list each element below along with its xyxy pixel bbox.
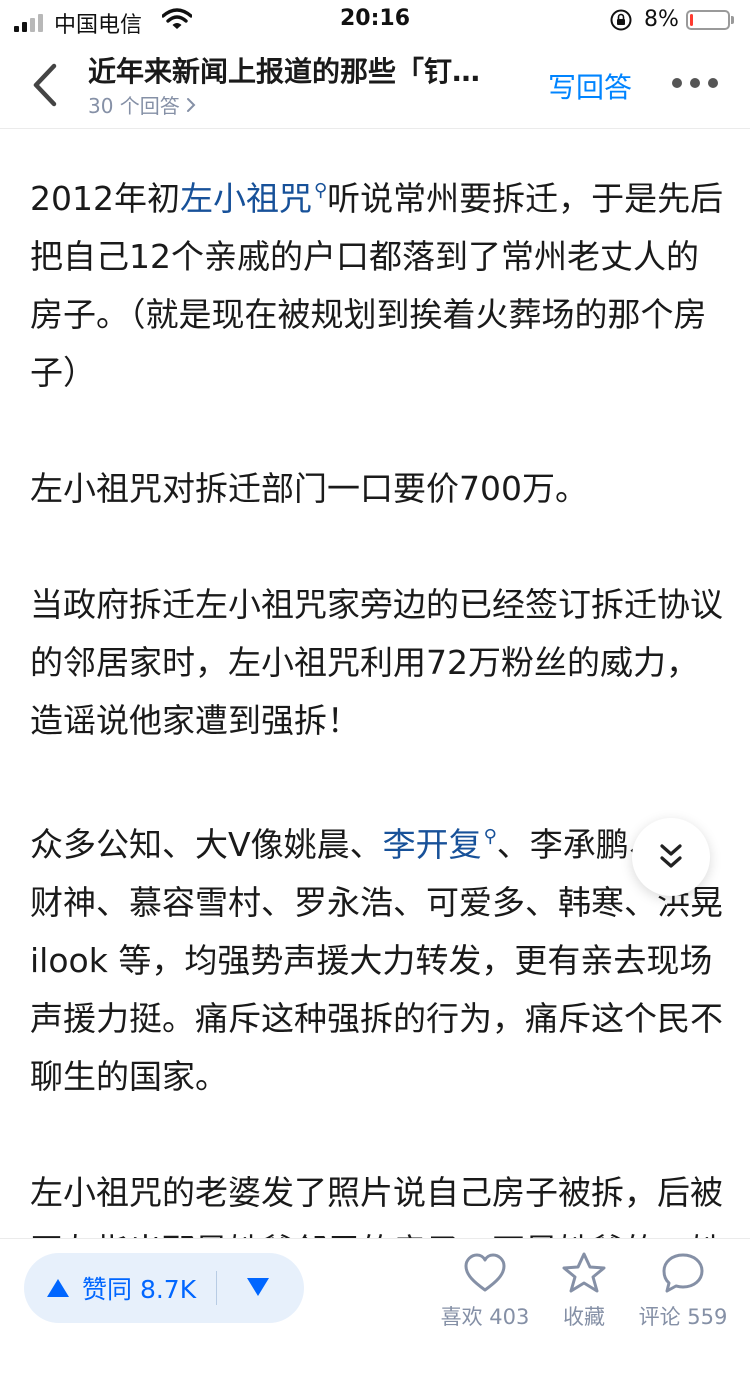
comment-button[interactable]: 评论 559 [628,1251,738,1331]
bottom-action-bar: 赞同 8.7K 喜欢 403 收藏 评论 559 [0,1238,750,1335]
star-icon [562,1252,606,1293]
question-title[interactable]: 近年来新闻上报道的那些「钉… [88,50,528,90]
favorite-label: 收藏 [563,1305,605,1329]
upvote-button[interactable]: 赞同 8.7K [46,1253,196,1323]
triangle-up-icon [47,1279,69,1297]
paragraph: 众多公知、大V像姚晨、李开复 ⚲、李承鹏、宁财神、慕容雪村、罗永浩、可爱多、韩寒、… [30,825,723,1096]
chevron-left-icon [33,63,57,107]
upvote-label: 赞同 8.7K [82,1275,197,1304]
status-bar: 中国电信 20:16 8% [0,0,750,40]
user-mention-link[interactable]: 李开复 ⚲ [383,825,497,864]
vote-divider [216,1271,217,1305]
paragraph: 当政府拆迁左小祖咒家旁边的已经签订拆迁协议的邻居家时，左小祖咒利用72万粉丝的威… [30,585,723,740]
user-mention-link[interactable]: 左小祖咒 ⚲ [180,179,327,218]
battery-icon [686,10,730,30]
like-button[interactable]: 喜欢 403 [430,1251,540,1331]
paragraph: 2012年初左小祖咒 ⚲听说常州要拆迁，于是先后把自己12个亲戚的户口都落到了常州… [30,179,724,392]
battery-cap [731,16,734,24]
double-chevron-down-icon [660,844,682,868]
answer-count-link[interactable]: 30 个回答 [88,90,196,119]
battery-percent: 8% [644,7,679,32]
clock: 20:16 [339,6,411,31]
orientation-lock-icon [608,8,634,36]
comment-label: 评论 559 [638,1305,728,1329]
more-dots-icon[interactable] [672,78,718,88]
answer-content: 2012年初左小祖咒 ⚲听说常州要拆迁，于是先后把自己12个亲戚的户口都落到了常州… [30,162,724,1396]
back-button[interactable] [26,60,66,110]
expand-button[interactable] [632,818,710,896]
answer-count: 30 个回答 [88,94,180,118]
paragraph: 左小祖咒对拆迁部门一口要价700万。 [30,469,588,508]
triangle-down-icon [247,1278,269,1296]
favorite-button[interactable]: 收藏 [529,1251,639,1331]
downvote-button[interactable] [246,1277,270,1301]
search-icon: ⚲ [313,180,328,201]
write-answer-button[interactable]: 写回答 [548,66,632,106]
search-icon: ⚲ [483,826,497,847]
vote-group: 赞同 8.7K [24,1253,304,1323]
chevron-right-icon [186,97,196,112]
heart-icon [464,1253,506,1292]
like-label: 喜欢 403 [440,1305,530,1329]
nav-bar: 近年来新闻上报道的那些「钉… 30 个回答 写回答 [0,40,750,129]
speech-bubble-icon [662,1253,704,1293]
